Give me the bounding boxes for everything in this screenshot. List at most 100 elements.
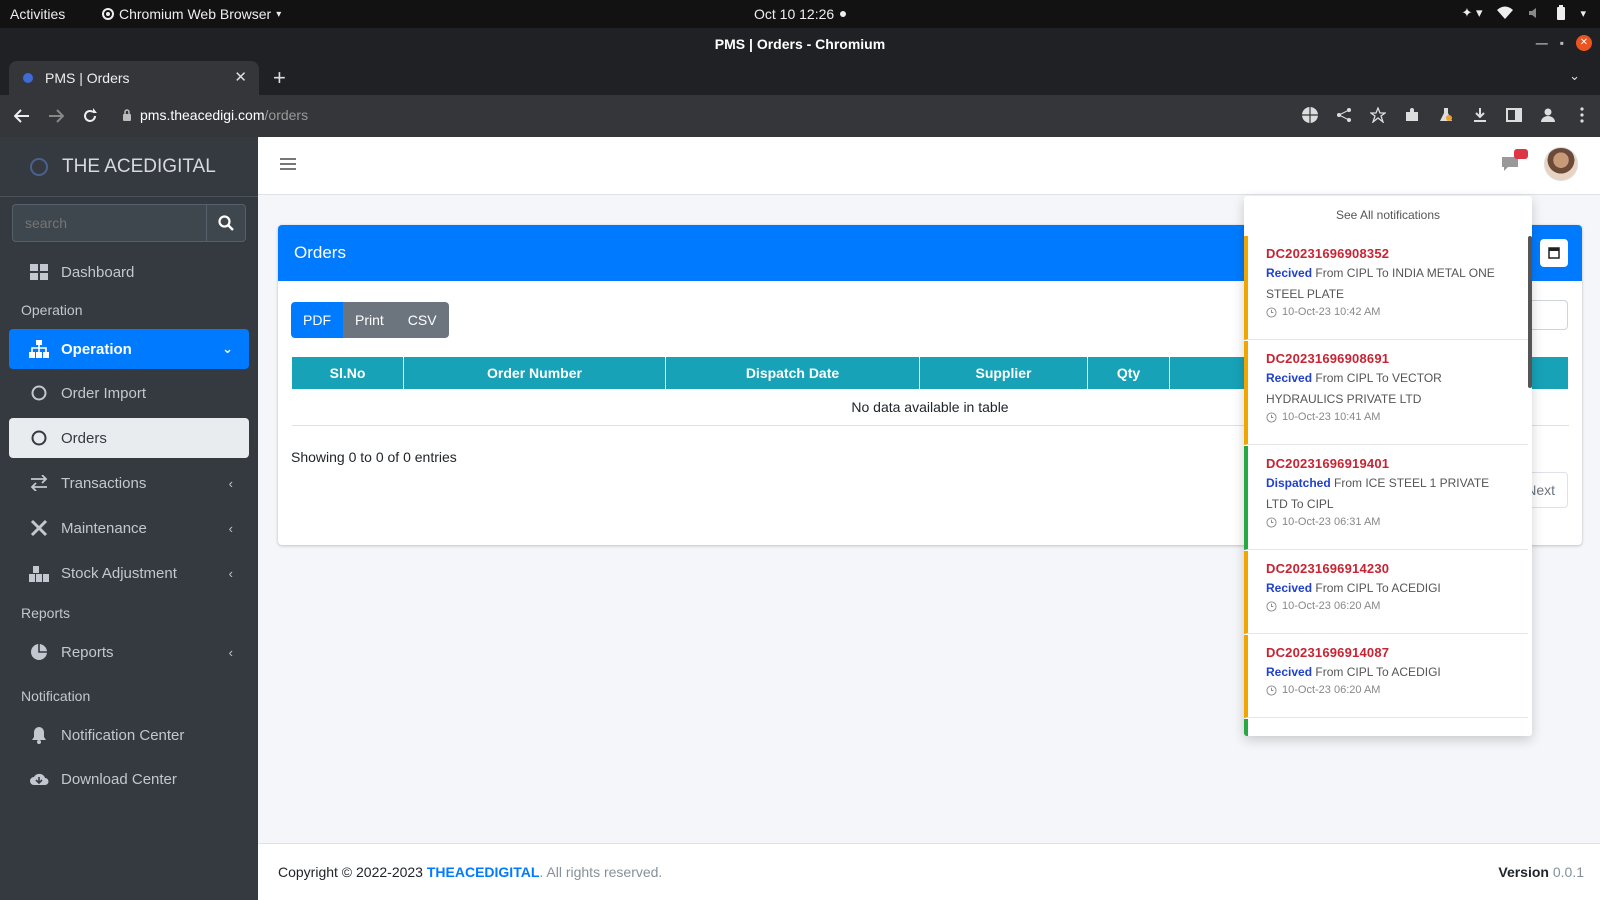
extension-button[interactable] (1402, 105, 1422, 125)
notification-item[interactable]: DC20231696908691 Recived From CIPL To VE… (1244, 341, 1528, 445)
reload-button[interactable] (78, 105, 102, 127)
version: Version 0.0.1 (1498, 864, 1584, 880)
profile-button[interactable] (1538, 105, 1558, 125)
side-panel-button[interactable] (1504, 105, 1524, 125)
tab-strip: PMS | Orders ✕ + ⌄ (0, 61, 1600, 95)
notification-code: DC20231696914230 (1266, 561, 1390, 576)
back-button[interactable] (10, 105, 34, 127)
sidebar-item-download-center[interactable]: Download Center (9, 759, 249, 799)
pdf-button[interactable]: PDF (291, 302, 343, 338)
notifications-dropdown: See All notifications DC20231696908352 R… (1244, 196, 1532, 736)
brand-link[interactable]: THE ACEDIGITAL (0, 137, 258, 197)
forward-button[interactable] (44, 105, 68, 127)
chevron-left-icon: ‹ (228, 644, 233, 660)
clock-icon (1266, 516, 1277, 528)
see-all-notifications-link[interactable]: See All notifications (1244, 196, 1532, 232)
sidebar-item-stock-adjustment[interactable]: Stock Adjustment ‹ (9, 553, 249, 593)
notification-item[interactable]: DC20231696914087 Recived From CIPL To AC… (1244, 635, 1528, 718)
activities-button[interactable]: Activities (10, 6, 65, 22)
menu-button[interactable] (1572, 105, 1592, 125)
notifications-button[interactable] (1500, 149, 1528, 172)
notification-code: DC20231696914087 (1266, 645, 1390, 660)
side-panel-icon (1506, 108, 1522, 122)
translate-button[interactable] (1300, 105, 1320, 125)
notification-time: 10-Oct-23 06:31 AM (1266, 516, 1514, 528)
notification-item[interactable]: DC20231696914230 Recived From CIPL To AC… (1244, 551, 1528, 634)
wifi-icon (1497, 6, 1514, 19)
sidebar-search-input[interactable] (12, 204, 206, 242)
circle-icon (31, 385, 47, 401)
sidebar-item-transactions[interactable]: Transactions ‹ (9, 463, 249, 503)
cloud-download-icon (30, 773, 49, 785)
user-avatar[interactable] (1544, 147, 1578, 181)
sidebar-item-notification-center[interactable]: Notification Center (9, 715, 249, 755)
search-icon (218, 215, 234, 231)
system-tray[interactable]: ✦ ▾ ▾ (1461, 5, 1586, 21)
sidebar-search-button[interactable] (206, 204, 246, 242)
chromium-icon (102, 8, 114, 20)
column-header-sl-no[interactable]: Sl.No (291, 357, 404, 390)
chevron-left-icon: ‹ (228, 520, 233, 536)
arrow-right-icon (49, 109, 64, 123)
export-buttons: PDF Print CSV (291, 302, 449, 338)
accessibility-icon: ✦ ▾ (1461, 5, 1483, 20)
column-header-order-number[interactable]: Order Number (403, 357, 666, 390)
clock-text: Oct 10 12:26 (754, 6, 835, 22)
minimize-button[interactable]: — (1536, 36, 1548, 50)
tab-orders[interactable]: PMS | Orders ✕ (9, 61, 259, 95)
chevron-down-icon: ▾ (1580, 7, 1586, 20)
clock[interactable]: Oct 10 12:26 (754, 6, 847, 22)
bookmark-button[interactable] (1368, 105, 1388, 125)
notification-message: Recived From CIPL To ACEDIGI (1266, 581, 1441, 595)
clock-icon (1266, 411, 1277, 423)
footer-brand-link[interactable]: THEACEDIGITAL (427, 864, 540, 880)
notification-item[interactable]: DC20231696908352 Recived From CIPL To IN… (1244, 236, 1528, 340)
sidebar-item-label: Transactions (61, 474, 147, 492)
lab-button[interactable] (1436, 105, 1456, 125)
sidebar-item-label: Operation (61, 340, 132, 358)
hamburger-icon (280, 158, 296, 170)
bell-icon (32, 727, 46, 744)
sidebar-item-orders[interactable]: Orders (9, 418, 249, 458)
address-field[interactable]: pms.theacedigi.com/orders (122, 107, 308, 123)
maximize-button[interactable]: ▪ (1560, 36, 1564, 50)
notification-message: Recived From CIPL To VECTOR HYDRAULICS P… (1266, 371, 1442, 406)
tab-close-icon[interactable]: ✕ (234, 68, 247, 86)
window-close-button[interactable]: ✕ (1576, 35, 1592, 51)
person-icon (1541, 108, 1555, 122)
download-icon (1474, 108, 1486, 122)
exchange-icon (30, 475, 48, 491)
sidebar-item-dashboard[interactable]: Dashboard (9, 252, 249, 292)
column-header-supplier[interactable]: Supplier (919, 357, 1088, 390)
sidebar-item-label: Orders (61, 429, 107, 447)
sidebar-item-maintenance[interactable]: Maintenance ‹ (9, 508, 249, 548)
main-header (258, 137, 1600, 195)
downloads-button[interactable] (1470, 105, 1490, 125)
notification-time: 10-Oct-23 06:20 AM (1266, 684, 1514, 696)
app-name: Chromium Web Browser (119, 6, 272, 22)
notification-item[interactable]: DC20231696919401 Dispatched From ICE STE… (1244, 446, 1528, 550)
sidebar-item-order-import[interactable]: Order Import (9, 373, 249, 413)
notification-dot-icon (840, 11, 847, 17)
share-button[interactable] (1334, 105, 1354, 125)
notification-time: 10-Oct-23 10:42 AM (1266, 306, 1514, 318)
column-header-dispatch-date[interactable]: Dispatch Date (665, 357, 920, 390)
sidebar-item-operation[interactable]: Operation ⌄ (9, 329, 249, 369)
notification-item[interactable] (1244, 719, 1528, 736)
print-button[interactable]: Print (343, 302, 396, 338)
sidebar-search (12, 204, 246, 242)
new-tab-button[interactable]: + (273, 65, 286, 91)
csv-button[interactable]: CSV (395, 302, 449, 338)
app-menu[interactable]: Chromium Web Browser ▾ (102, 6, 281, 22)
window-titlebar: PMS | Orders - Chromium — ▪ ✕ (0, 28, 1600, 61)
column-header-qty[interactable]: Qty (1087, 357, 1170, 390)
kebab-icon (1580, 107, 1584, 123)
dropdown-scrollbar[interactable] (1528, 236, 1532, 388)
copyright: Copyright © 2022-2023 THEACEDIGITAL. All… (278, 864, 662, 880)
collapse-button[interactable] (1540, 239, 1568, 267)
rights-text: . All rights reserved. (539, 864, 663, 880)
sidebar-item-reports[interactable]: Reports ‹ (9, 632, 249, 672)
lock-icon (123, 109, 131, 121)
sidebar-toggle-button[interactable] (280, 157, 296, 171)
tab-search-button[interactable]: ⌄ (1569, 68, 1580, 84)
